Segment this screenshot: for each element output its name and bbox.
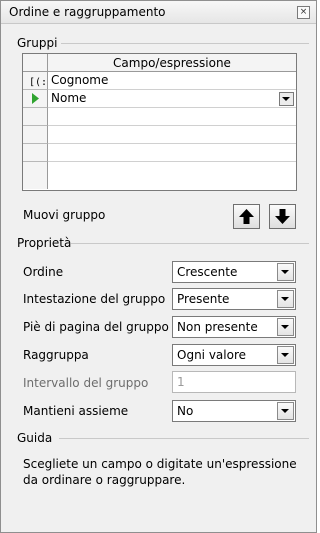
table-row[interactable]: Nome [48, 90, 296, 108]
group-field-cell: Nome [51, 91, 87, 105]
chevron-down-icon [282, 97, 290, 101]
group-footer-value: Non presente [177, 320, 258, 334]
properties-separator [71, 243, 309, 244]
sort-ascending-icon: [(: [29, 77, 47, 88]
keep-together-label: Mantieni assieme [23, 404, 129, 418]
table-row[interactable] [48, 144, 296, 162]
chevron-down-icon [281, 409, 289, 413]
chevron-down-icon [281, 270, 289, 274]
row-header-1[interactable]: [(: [23, 72, 48, 90]
sort-order-select[interactable]: Crescente [172, 261, 296, 283]
sort-order-dropdown-button[interactable] [277, 263, 294, 281]
group-field-cell: Cognome [51, 73, 109, 87]
group-header-select[interactable]: Presente [172, 288, 296, 310]
row-header-2[interactable] [23, 90, 48, 108]
close-button[interactable]: × [297, 6, 310, 19]
table-row[interactable] [48, 162, 296, 189]
group-header-label: Intestazione del gruppo [23, 292, 166, 306]
window-title: Ordine e raggruppamento [9, 5, 166, 19]
keep-together-value: No [177, 404, 194, 418]
group-on-select[interactable]: Ogni valore [172, 344, 296, 366]
table-row[interactable] [48, 126, 296, 144]
group-interval-label: Intervallo del gruppo [23, 376, 149, 390]
help-text: Scegliete un campo o digitate un'espress… [23, 457, 297, 487]
group-on-dropdown-button[interactable] [277, 346, 294, 364]
sort-order-label: Ordine [23, 265, 64, 279]
move-group-label: Muovi gruppo [23, 208, 106, 222]
groups-section-label: Gruppi [17, 36, 58, 50]
chevron-down-icon [281, 325, 289, 329]
group-footer-select[interactable]: Non presente [172, 316, 296, 338]
keep-together-select[interactable]: No [172, 400, 296, 422]
column-header-field-expression: Campo/espressione [113, 56, 231, 70]
row-header-4[interactable] [23, 126, 48, 144]
group-interval-value: 1 [177, 375, 185, 389]
grid-header: Campo/espressione [23, 54, 296, 72]
move-down-button[interactable] [269, 204, 296, 229]
groups-grid[interactable]: Campo/espressione [(: Cognome Nome [22, 53, 297, 191]
close-icon: × [299, 7, 308, 17]
group-interval-field[interactable]: 1 [172, 371, 296, 393]
group-on-value: Ogni valore [177, 348, 246, 362]
field-dropdown-button[interactable] [279, 92, 294, 106]
properties-section-label: Proprietà [17, 236, 72, 250]
group-header-value: Presente [177, 292, 230, 306]
table-row[interactable] [48, 108, 296, 126]
keep-together-dropdown-button[interactable] [277, 402, 294, 420]
help-separator [59, 438, 309, 439]
current-row-arrow-icon [32, 93, 39, 104]
row-header-5[interactable] [23, 144, 48, 162]
sort-order-value: Crescente [177, 265, 238, 279]
svg-text:[(:: [(: [29, 77, 47, 88]
group-header-dropdown-button[interactable] [277, 290, 294, 308]
grid-corner [23, 54, 48, 71]
help-section-label: Guida [17, 431, 53, 445]
chevron-down-icon [281, 353, 289, 357]
group-on-label: Raggruppa [23, 348, 89, 362]
arrow-down-icon [275, 209, 290, 224]
move-up-button[interactable] [233, 204, 260, 229]
group-footer-label: Piè di pagina del gruppo [23, 320, 169, 334]
chevron-down-icon [281, 297, 289, 301]
row-header-6[interactable] [23, 162, 48, 189]
arrow-up-icon [239, 209, 254, 224]
sort-and-group-dialog: Ordine e raggruppamento × Gruppi Campo/e… [0, 0, 317, 533]
groups-separator [61, 43, 309, 44]
table-row[interactable]: Cognome [48, 72, 296, 90]
group-footer-dropdown-button[interactable] [277, 318, 294, 336]
title-bar: Ordine e raggruppamento × [1, 1, 316, 24]
row-header-3[interactable] [23, 108, 48, 126]
